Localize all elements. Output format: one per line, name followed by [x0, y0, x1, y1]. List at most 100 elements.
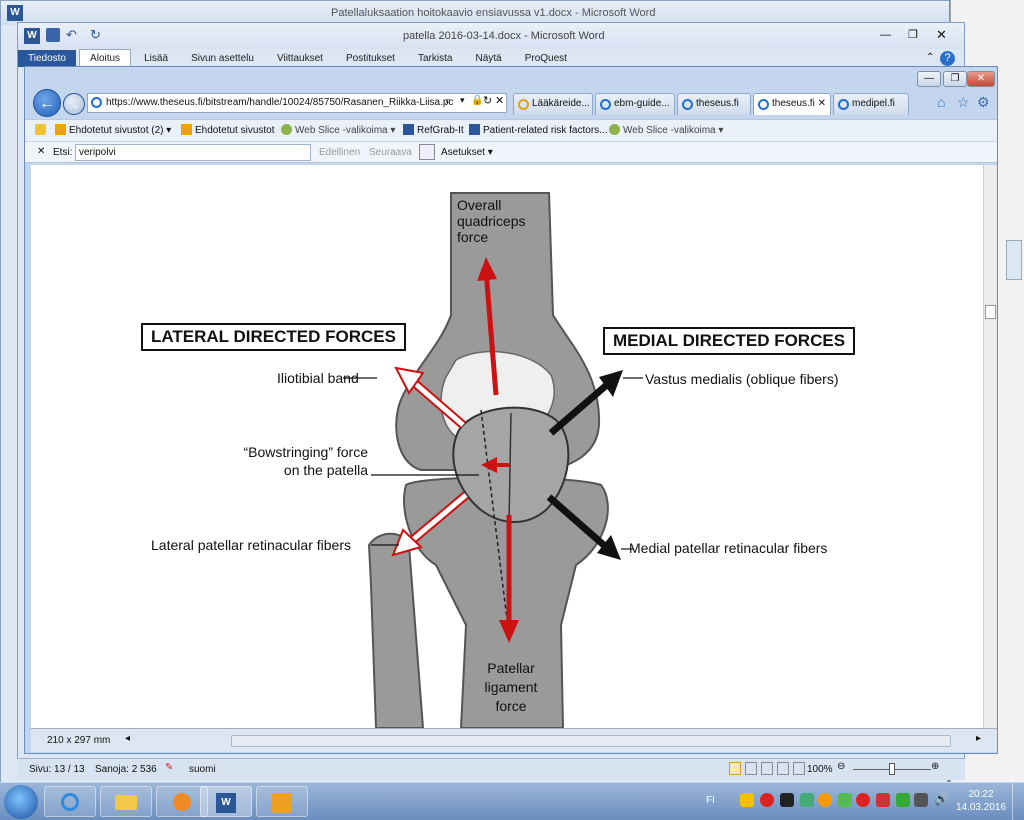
address-dropdown-icon[interactable]: ▾	[460, 95, 465, 106]
tray-monitor-icon[interactable]	[896, 793, 910, 807]
tab-file[interactable]: Tiedosto	[18, 50, 76, 67]
favorites-bar: Ehdotetut sivustot (2) ▾ Ehdotetut sivus…	[25, 119, 997, 141]
tab-close-icon[interactable]: ✕	[818, 94, 826, 114]
redo-icon[interactable]: ↻	[90, 27, 101, 43]
maximize-button[interactable]: ❐	[908, 28, 918, 41]
browser-tab-5[interactable]: medipel.fi	[833, 93, 909, 115]
highlight-icon[interactable]	[419, 144, 435, 160]
stop-icon[interactable]: ✕	[495, 94, 504, 107]
save-icon[interactable]	[46, 28, 60, 42]
favorite-web-slice[interactable]: Web Slice -valikoima ▾	[281, 123, 395, 139]
favorite-patient-risk[interactable]: Patient-related risk factors...	[469, 123, 608, 139]
refresh-icon[interactable]: ↻	[483, 94, 492, 107]
tab-page-layout[interactable]: Sivun asettelu	[181, 50, 264, 67]
pdf-content-area[interactable]: LATERAL DIRECTED FORCES MEDIAL DIRECTED …	[31, 165, 983, 728]
find-previous-button[interactable]: Edellinen	[319, 147, 360, 158]
undo-icon[interactable]: ↶	[66, 27, 77, 43]
page-count[interactable]: Sivu: 13 / 13	[29, 764, 85, 775]
find-close-icon[interactable]: ✕	[37, 146, 45, 157]
tab-mailings[interactable]: Postitukset	[336, 50, 405, 67]
proofing-icon[interactable]: ✎	[165, 762, 173, 773]
start-button[interactable]	[4, 785, 38, 819]
print-layout-icon[interactable]	[729, 762, 741, 775]
help-icon[interactable]: ?	[940, 51, 955, 66]
lock-icon[interactable]: 🔒	[471, 95, 483, 106]
zoom-in-icon[interactable]: ⊕	[931, 761, 939, 772]
tab-proquest[interactable]: ProQuest	[515, 50, 577, 67]
vertical-scrollbar[interactable]	[983, 165, 997, 728]
zoom-out-icon[interactable]: ⊖	[837, 761, 845, 772]
taskbar-word-icon[interactable]: W	[200, 786, 252, 817]
close-button[interactable]: ✕	[936, 27, 947, 43]
tab-label: medipel.fi	[852, 98, 895, 109]
word-front-titlebar[interactable]: W ↶ ↻ patella 2016-03-14.docx - Microsof…	[18, 23, 964, 49]
favorites-star-icon[interactable]: ☆	[957, 94, 970, 111]
tab-view[interactable]: Näytä	[466, 50, 512, 67]
find-options-label: Asetukset	[441, 147, 485, 158]
clock[interactable]: 20:22 14.03.2016	[955, 788, 1007, 814]
language-bar[interactable]: FI	[706, 795, 715, 806]
quadriceps-force-label: Overall quadriceps force	[457, 197, 526, 245]
favorite-refgrab[interactable]: RefGrab-It	[403, 123, 464, 139]
find-options-button[interactable]: Asetukset ▾	[441, 147, 493, 158]
search-icon[interactable]: ⌕	[445, 95, 451, 108]
tray-power-icon[interactable]	[876, 793, 890, 807]
draft-icon[interactable]	[793, 762, 805, 775]
vertical-scroll-thumb[interactable]	[985, 305, 996, 319]
favorite-web-slice-2[interactable]: Web Slice -valikoima ▾	[609, 123, 723, 139]
home-icon[interactable]: ⌂	[937, 94, 945, 110]
address-bar[interactable]: https://www.theseus.fi/bitstream/handle/…	[87, 93, 507, 113]
tray-security-icon[interactable]	[760, 793, 774, 807]
ie-titlebar[interactable]: — ❐ ✕	[25, 67, 997, 87]
add-favorite-icon[interactable]	[35, 123, 49, 139]
word-count[interactable]: Sanoja: 2 536	[95, 764, 157, 775]
ie-maximize-button[interactable]: ❐	[943, 71, 967, 87]
find-input[interactable]: veripolvi	[75, 144, 311, 161]
ie-minimize-button[interactable]: —	[917, 71, 941, 87]
favorite-suggested-sites-2[interactable]: Ehdotetut sivustot (2) ▾	[55, 123, 171, 139]
horizontal-scrollbar[interactable]	[231, 735, 951, 747]
word-app-icon[interactable]: W	[24, 28, 40, 44]
tab-references[interactable]: Viittaukset	[267, 50, 333, 67]
language-indicator[interactable]: suomi	[189, 764, 216, 775]
browser-tab-2[interactable]: ebm-guide...	[595, 93, 675, 115]
forward-button[interactable]: →	[63, 93, 85, 115]
find-next-button[interactable]: Seuraava	[369, 147, 412, 158]
taskbar-ie-icon[interactable]	[44, 786, 96, 817]
tray-app-icon[interactable]	[780, 793, 794, 807]
minimize-button[interactable]: —	[880, 29, 891, 41]
tools-gear-icon[interactable]: ⚙	[977, 94, 990, 111]
ie-close-button[interactable]: ✕	[967, 71, 995, 87]
web-layout-icon[interactable]	[761, 762, 773, 775]
browser-tab-1[interactable]: Lääkäreide...	[513, 93, 593, 115]
taskbar-outlook-icon[interactable]	[256, 786, 308, 817]
full-screen-reading-icon[interactable]	[745, 762, 757, 775]
right-window-scroll-arrow[interactable]	[1006, 240, 1022, 280]
zoom-slider-thumb[interactable]	[889, 763, 895, 775]
tray-outlook-icon[interactable]	[740, 793, 754, 807]
word-app-icon[interactable]: W	[7, 5, 23, 21]
scroll-left-icon[interactable]: ◂	[125, 733, 130, 744]
tray-antivirus-icon[interactable]	[856, 793, 870, 807]
tray-shield-icon[interactable]	[838, 793, 852, 807]
tray-update-icon[interactable]	[818, 793, 832, 807]
bowstring-line-2: on the patella	[283, 462, 368, 478]
volume-icon[interactable]: 🔊	[934, 792, 949, 806]
ribbon-collapse-icon[interactable]: ⌃	[926, 52, 934, 63]
outline-icon[interactable]	[777, 762, 789, 775]
favorite-suggested-sites[interactable]: Ehdotetut sivustot	[181, 123, 275, 139]
tab-home[interactable]: Aloitus	[79, 49, 132, 67]
back-button[interactable]: ←	[33, 89, 61, 117]
tab-review[interactable]: Tarkista	[408, 50, 462, 67]
favorite-label: Ehdotetut sivustot (2)	[69, 125, 164, 136]
scroll-right-icon[interactable]: ▸	[976, 733, 981, 744]
browser-tab-4-active[interactable]: theseus.fi ✕	[753, 93, 831, 115]
tab-insert[interactable]: Lisää	[134, 50, 178, 67]
taskbar-explorer-icon[interactable]	[100, 786, 152, 817]
show-desktop-button[interactable]	[1012, 783, 1024, 820]
tray-network-icon[interactable]	[800, 793, 814, 807]
zoom-level[interactable]: 100%	[807, 764, 833, 775]
tray-display-icon[interactable]	[914, 793, 928, 807]
ie-window[interactable]: — ❐ ✕ ← → https://www.theseus.fi/bitstre…	[24, 66, 998, 754]
browser-tab-3[interactable]: theseus.fi	[677, 93, 751, 115]
